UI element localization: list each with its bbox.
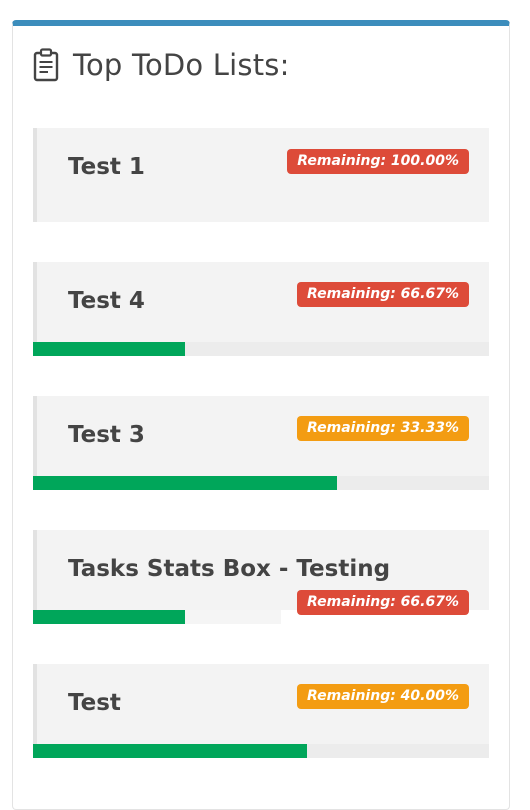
progress-bar — [33, 610, 185, 624]
progress-bar — [33, 744, 307, 758]
todo-card[interactable]: Test 1 Remaining: 100.00% — [33, 128, 489, 222]
todo-card[interactable]: Test 4 Remaining: 66.67% — [33, 262, 489, 356]
progress-bar — [33, 342, 185, 356]
top-todo-lists-box: Top ToDo Lists: Test 1 Remaining: 100.00… — [12, 20, 510, 810]
todo-name: Test 3 — [68, 422, 145, 448]
progress-track — [33, 744, 489, 758]
todo-name: Test 1 — [68, 154, 145, 180]
progress-track — [33, 610, 281, 624]
remaining-badge: Remaining: 66.67% — [297, 282, 469, 307]
todo-name: Test 4 — [68, 288, 145, 314]
progress-track — [33, 476, 489, 490]
remaining-badge: Remaining: 100.00% — [287, 149, 469, 174]
progress-track — [33, 342, 489, 356]
todo-card[interactable]: Test Remaining: 40.00% — [33, 664, 489, 758]
remaining-badge: Remaining: 33.33% — [297, 416, 469, 441]
progress-bar — [33, 476, 337, 490]
clipboard-icon — [33, 48, 59, 82]
todo-card[interactable]: Tasks Stats Box - Testing Remaining: 66.… — [33, 530, 489, 624]
remaining-badge: Remaining: 40.00% — [297, 684, 469, 709]
todo-name: Tasks Stats Box - Testing — [68, 556, 391, 582]
box-title: Top ToDo Lists: — [73, 48, 290, 82]
todo-name: Test — [68, 690, 121, 716]
todo-card[interactable]: Test 3 Remaining: 33.33% — [33, 396, 489, 490]
box-header: Top ToDo Lists: — [33, 48, 290, 82]
remaining-badge: Remaining: 66.67% — [297, 590, 469, 615]
